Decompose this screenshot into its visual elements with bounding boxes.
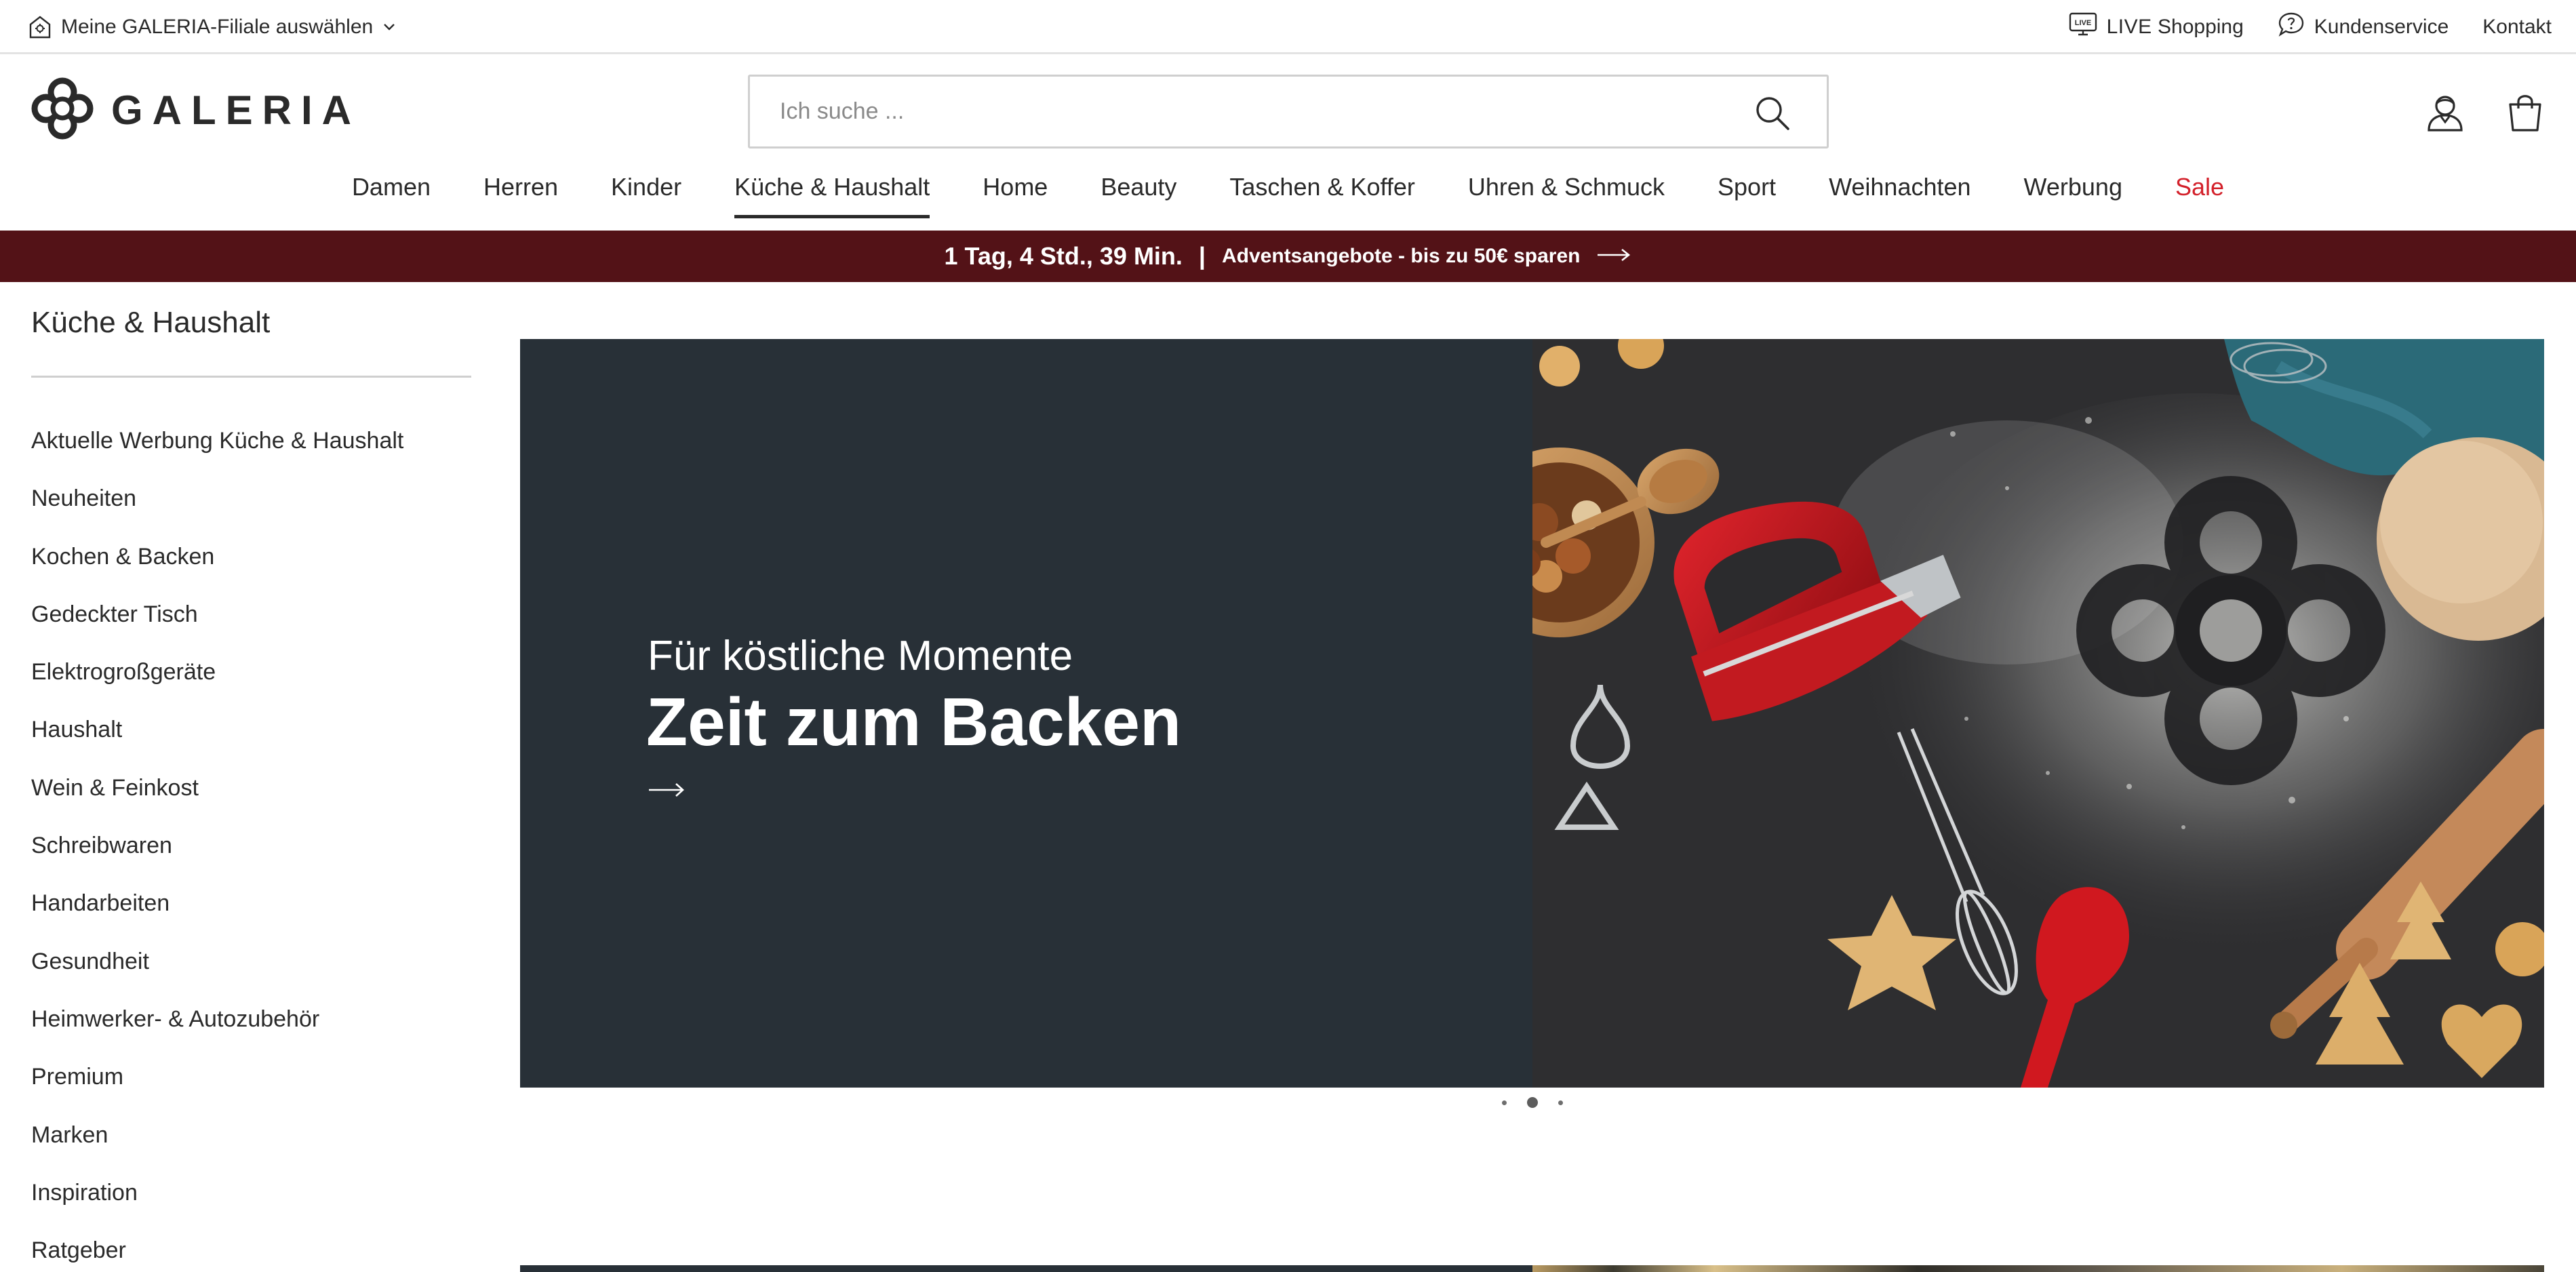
sidebar-list: Aktuelle Werbung Küche & Haushalt Neuhei… <box>31 424 471 1272</box>
contact-link[interactable]: Kontakt <box>2482 16 2552 39</box>
hero-banner[interactable]: Für köstliche Momente Zeit zum Backen <box>520 339 2544 1088</box>
customer-service-label: Kundenservice <box>2314 16 2449 38</box>
nav-item-kueche-haushalt[interactable]: Küche & Haushalt <box>734 168 930 220</box>
nav-item-uhren-schmuck[interactable]: Uhren & Schmuck <box>1468 168 1665 220</box>
store-selector[interactable]: Meine GALERIA-Filiale auswählen <box>28 12 396 42</box>
sidebar-item-marken[interactable]: Marken <box>31 1118 471 1176</box>
chevron-down-icon <box>382 22 396 32</box>
customer-service-link[interactable]: Kundenservice <box>2278 12 2449 43</box>
search-icon[interactable] <box>1753 94 1791 132</box>
shopping-bag-icon[interactable] <box>2506 92 2544 133</box>
svg-text:LIVE: LIVE <box>2074 19 2090 27</box>
baking-scene-image <box>1532 339 2544 1088</box>
nav-item-damen[interactable]: Damen <box>352 168 431 220</box>
sidebar-divider <box>31 376 471 378</box>
sidebar-item-neuheiten[interactable]: Neuheiten <box>31 481 471 539</box>
nav-item-werbung[interactable]: Werbung <box>2024 168 2122 220</box>
store-icon <box>28 15 52 39</box>
main-navigation: Damen Herren Kinder Küche & Haushalt Hom… <box>0 168 2576 220</box>
sidebar-item-haushalt[interactable]: Haushalt <box>31 713 471 770</box>
sidebar-item-elektrogrossgeraete[interactable]: Elektrogroßgeräte <box>31 655 471 713</box>
search-bar <box>748 75 1829 148</box>
hero-subtitle: Für köstliche Momente <box>648 633 1073 679</box>
sidebar-item-premium[interactable]: Premium <box>31 1060 471 1117</box>
shopping-label: Shopping <box>2158 16 2244 38</box>
live-label: LIVE <box>2106 16 2152 38</box>
nav-item-sale[interactable]: Sale <box>2175 168 2224 220</box>
sidebar-item-schreibwaren[interactable]: Schreibwaren <box>31 829 471 886</box>
live-tv-icon: LIVE <box>2069 12 2097 42</box>
carousel-dot-1[interactable] <box>1502 1100 1507 1105</box>
hero-text-panel: Für köstliche Momente Zeit zum Backen <box>520 339 1532 1088</box>
logo-wordmark: GALERIA <box>111 87 361 133</box>
arrow-right-icon[interactable] <box>646 780 687 800</box>
carousel-dot-2[interactable] <box>1527 1097 1538 1108</box>
sidebar-item-handarbeiten[interactable]: Handarbeiten <box>31 886 471 944</box>
nav-item-taschen-koffer[interactable]: Taschen & Koffer <box>1229 168 1415 220</box>
promo-separator: | <box>1198 242 1206 270</box>
next-teaser-panel <box>520 1265 1532 1272</box>
promo-countdown: 1 Tag, 4 Std., 39 Min. <box>944 242 1183 270</box>
nav-item-sport[interactable]: Sport <box>1718 168 1776 220</box>
sidebar-item-kochen-backen[interactable]: Kochen & Backen <box>31 540 471 597</box>
user-icon[interactable] <box>2425 92 2465 133</box>
sidebar-item-wein-feinkost[interactable]: Wein & Feinkost <box>31 771 471 829</box>
nav-item-beauty[interactable]: Beauty <box>1101 168 1176 220</box>
nav-item-kinder[interactable]: Kinder <box>611 168 681 220</box>
next-teaser-image <box>1532 1265 2544 1272</box>
top-utility-bar: Meine GALERIA-Filiale auswählen LIVE LIV… <box>0 0 2576 54</box>
nav-item-herren[interactable]: Herren <box>483 168 558 220</box>
sidebar-item-aktuelle-werbung[interactable]: Aktuelle Werbung Küche & Haushalt <box>31 424 471 481</box>
contact-label: Kontakt <box>2482 16 2552 38</box>
next-teaser-banner[interactable] <box>520 1265 2544 1272</box>
nav-item-home[interactable]: Home <box>983 168 1048 220</box>
promo-text: Adventsangebote - bis zu 50€ sparen <box>1222 245 1581 267</box>
store-selector-label: Meine GALERIA-Filiale auswählen <box>61 16 374 38</box>
promo-banner[interactable]: 1 Tag, 4 Std., 39 Min. | Adventsangebote… <box>0 231 2576 282</box>
hero-title: Zeit zum Backen <box>646 684 1182 760</box>
live-shopping-link[interactable]: LIVE LIVE Shopping <box>2069 12 2244 42</box>
category-sidebar: Küche & Haushalt Aktuelle Werbung Küche … <box>31 302 471 1272</box>
sidebar-title: Küche & Haushalt <box>31 306 271 339</box>
search-input[interactable] <box>780 77 1729 146</box>
sidebar-item-heimwerker-autozubehoer[interactable]: Heimwerker- & Autozubehör <box>31 1002 471 1060</box>
sidebar-item-gedeckter-tisch[interactable]: Gedeckter Tisch <box>31 597 471 655</box>
galeria-logo[interactable]: GALERIA <box>31 77 361 143</box>
nav-item-weihnachten[interactable]: Weihnachten <box>1829 168 1970 220</box>
galeria-logo-icon <box>31 77 94 143</box>
utility-links: LIVE LIVE Shopping Kundenservice Kontakt <box>2069 12 2552 42</box>
help-icon <box>2278 12 2305 43</box>
sidebar-item-inspiration[interactable]: Inspiration <box>31 1176 471 1233</box>
sidebar-item-gesundheit[interactable]: Gesundheit <box>31 945 471 1002</box>
carousel-dot-3[interactable] <box>1558 1100 1563 1105</box>
arrow-right-icon <box>1596 247 1631 266</box>
sidebar-item-ratgeber[interactable]: Ratgeber <box>31 1233 471 1272</box>
carousel-dots <box>1492 1094 1573 1111</box>
